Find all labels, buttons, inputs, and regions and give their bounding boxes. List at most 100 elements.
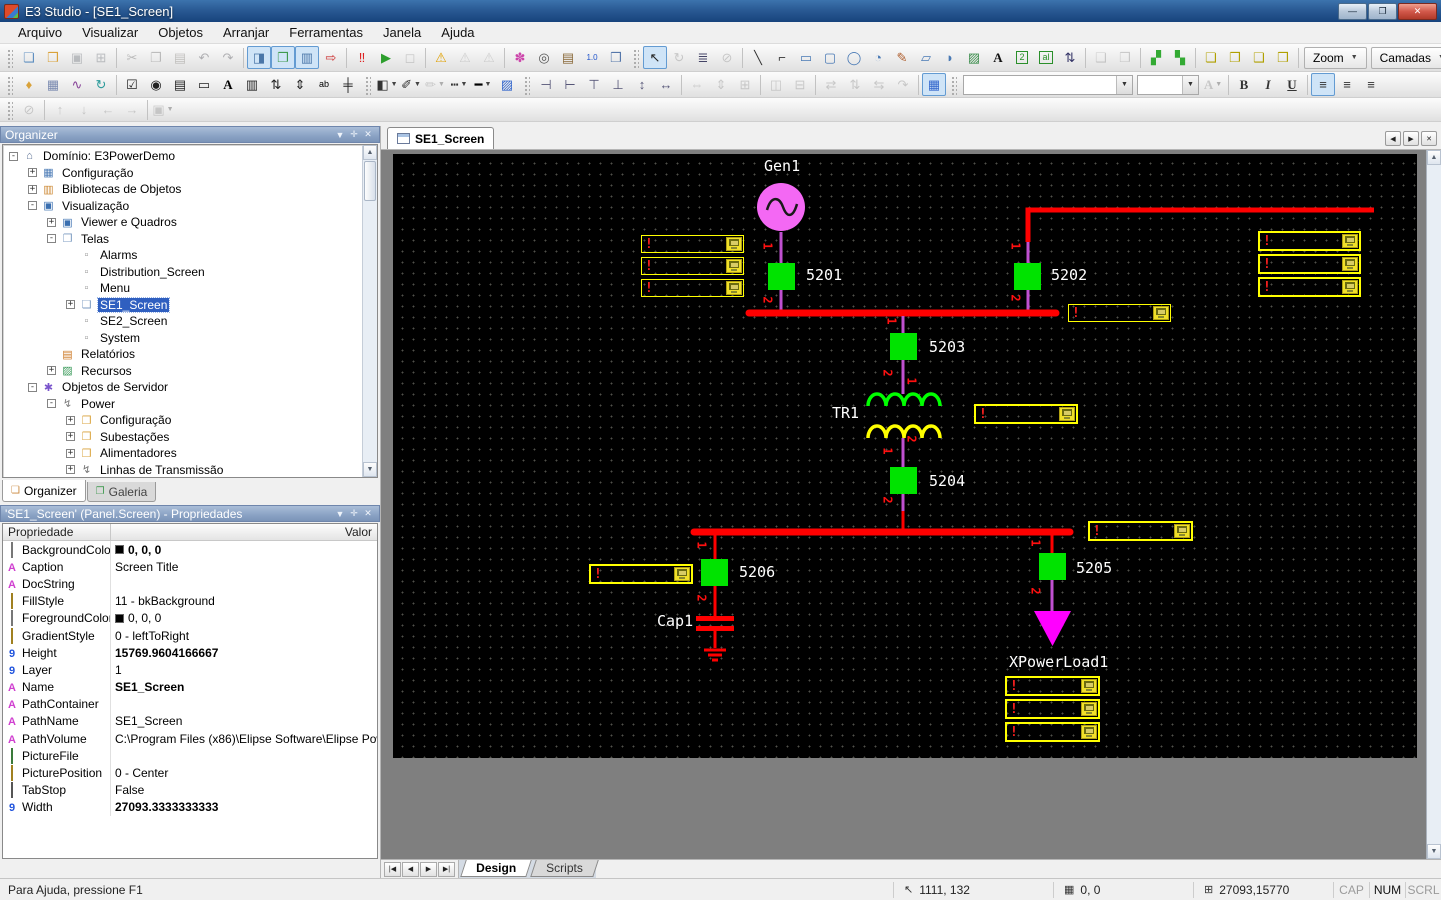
tree-item-power[interactable]: -↯Power — [5, 396, 361, 413]
picture-object-button[interactable]: ▨ — [962, 46, 986, 69]
horizontal-scrollbar[interactable] — [596, 860, 1441, 878]
collapse-icon[interactable]: - — [28, 201, 37, 210]
property-row-foregroundcolor[interactable]: ForegroundColor0, 0, 0 — [3, 610, 377, 627]
property-value-cell[interactable]: 0, 0, 0 — [111, 610, 377, 627]
property-value-cell[interactable]: Screen Title — [111, 558, 377, 575]
line-tool-button[interactable]: ╲ — [746, 46, 770, 69]
next-warning-button[interactable]: ⚠ — [477, 46, 501, 69]
tree-item-linhas-de-transmissao[interactable]: +↯Linhas de Transmissão — [5, 462, 361, 478]
export-screen-button[interactable]: ⇨ — [319, 46, 343, 69]
insert-radiobutton-button[interactable]: ◉ — [144, 73, 168, 96]
insert-query-button[interactable]: ↻ — [89, 73, 113, 96]
insert-listbox-button[interactable]: ▥ — [240, 73, 264, 96]
close-button[interactable]: ✕ — [1398, 3, 1437, 20]
prev-page-button[interactable]: ◀ — [402, 862, 419, 877]
tree-item-alimentadores[interactable]: +❒Alimentadores — [5, 445, 361, 462]
breaker-5206[interactable] — [701, 559, 728, 586]
expand-icon[interactable]: + — [28, 168, 37, 177]
center-vertical-window-button[interactable]: ⊟ — [788, 73, 812, 96]
tree-item-dominio-e3powerdemo[interactable]: -⌂Domínio: E3PowerDemo — [5, 148, 361, 165]
move-up-level-button[interactable]: ↑ — [48, 98, 72, 121]
text-align-left-button[interactable]: ≡ — [1311, 73, 1335, 96]
breaker-5202[interactable] — [1014, 263, 1041, 290]
send-to-back-button[interactable]: ❐ — [1223, 46, 1247, 69]
design-canvas[interactable]: Gen1520152025203TR152045206Cap15205XPowe… — [393, 154, 1417, 758]
tree-item-viewer-e-quadros[interactable]: +▣Viewer e Quadros — [5, 214, 361, 231]
menu-arquivo[interactable]: Arquivo — [8, 22, 72, 43]
flip-horizontal-button[interactable]: ⇆ — [867, 73, 891, 96]
property-value-cell[interactable] — [111, 575, 377, 592]
toolbar-grip[interactable] — [6, 75, 13, 95]
menu-ajuda[interactable]: Ajuda — [431, 22, 484, 43]
expand-icon[interactable]: + — [66, 449, 75, 458]
alarm-display-box[interactable]: ! — [589, 564, 693, 584]
alarm-display-box[interactable]: ! — [1088, 521, 1193, 541]
column-propriedade[interactable]: Propriedade — [3, 524, 111, 540]
move-left-level-button[interactable]: ← — [96, 98, 120, 121]
alarm-display-box[interactable]: ! — [1005, 722, 1100, 742]
insert-alarm-button[interactable]: ♦ — [17, 73, 41, 96]
organizer-pin-button[interactable]: ✛ — [347, 128, 361, 141]
property-row-gradientstyle[interactable]: GradientStyle0 - leftToRight — [3, 627, 377, 644]
expand-icon[interactable]: + — [28, 185, 37, 194]
screen-windows-button[interactable]: ❒ — [604, 46, 628, 69]
break-association-button[interactable]: ⊘ — [17, 98, 41, 121]
column-valor[interactable]: Valor — [111, 524, 377, 540]
menu-ferramentas[interactable]: Ferramentas — [279, 22, 373, 43]
text-align-right-button[interactable]: ≡ — [1359, 73, 1383, 96]
menu-visualizar[interactable]: Visualizar — [72, 22, 148, 43]
property-value-cell[interactable]: SE1_Screen — [111, 679, 377, 696]
bold-button-button[interactable]: B — [1232, 73, 1256, 96]
line-color-picker-button[interactable]: ✏▼ — [423, 73, 447, 96]
collapse-icon[interactable]: - — [47, 399, 56, 408]
tree-item-configuracao[interactable]: +❒Configuração — [5, 412, 361, 429]
align-left-edges-button[interactable]: ⊣ — [534, 73, 558, 96]
insert-button-button[interactable]: ▭ — [192, 73, 216, 96]
ungroup-objects-button[interactable]: ❒ — [1113, 46, 1137, 69]
tree-scrollbar[interactable]: ▲ ▼ — [362, 145, 377, 477]
properties-pin-button[interactable]: ✛ — [347, 507, 361, 520]
screen-next-button[interactable]: ▶ — [1403, 131, 1419, 146]
center-horizontally-button[interactable]: ↔ — [654, 73, 678, 96]
property-value-cell[interactable]: 11 - bkBackground — [111, 593, 377, 610]
rectangle-tool-button[interactable]: ▭ — [794, 46, 818, 69]
property-row-pathvolume[interactable]: APathVolumeC:\Program Files (x86)\Elipse… — [3, 730, 377, 747]
toolbar-grip[interactable] — [523, 75, 530, 95]
breaker-5204[interactable] — [890, 467, 917, 494]
properties-menu-button[interactable]: ▼ — [333, 507, 347, 520]
tree-item-visualizacao[interactable]: -▣Visualização — [5, 198, 361, 215]
insert-textbox-button[interactable]: ab — [312, 73, 336, 96]
alarm-display-box[interactable]: ! — [1068, 304, 1171, 322]
undo-button[interactable]: ↶ — [192, 46, 216, 69]
expand-icon[interactable]: + — [47, 366, 56, 375]
properties-close-button[interactable]: ✕ — [361, 507, 375, 520]
font-color-picker-button[interactable]: A▼ — [1201, 73, 1225, 96]
viewer-display-button[interactable]: ▣▼ — [151, 98, 175, 121]
ellipse-tool-button[interactable]: ◯ — [842, 46, 866, 69]
text-object-button[interactable]: A — [986, 46, 1010, 69]
transformer-tr1[interactable] — [868, 394, 940, 438]
last-page-button[interactable]: ▶| — [438, 862, 455, 877]
property-row-fillstyle[interactable]: FillStyle11 - bkBackground — [3, 593, 377, 610]
property-value-cell[interactable]: 0, 0, 0 — [111, 541, 377, 558]
property-value-cell[interactable] — [111, 696, 377, 713]
previous-warning-button[interactable]: ⚠ — [453, 46, 477, 69]
scroll-up-icon[interactable]: ▲ — [363, 145, 377, 160]
object-list-button[interactable]: ≣ — [691, 46, 715, 69]
expand-icon[interactable]: + — [47, 218, 56, 227]
breaker-5201[interactable] — [768, 263, 795, 290]
redo-button[interactable]: ↷ — [216, 46, 240, 69]
property-row-pictureposition[interactable]: PicturePosition0 - Center — [3, 764, 377, 781]
search-objects-button[interactable]: ◎ — [532, 46, 556, 69]
property-value-cell[interactable]: 27093.3333333333 — [111, 799, 377, 816]
align-top-edges-button[interactable]: ⊤ — [582, 73, 606, 96]
scrollbar-thumb[interactable] — [364, 161, 376, 201]
grid-toggle-button[interactable]: ▦ — [922, 73, 946, 96]
screen-prev-button[interactable]: ◀ — [1385, 131, 1401, 146]
polyline-tool-button[interactable]: ⌐ — [770, 46, 794, 69]
insert-scrollbar-button[interactable]: ⇕ — [288, 73, 312, 96]
property-value-cell[interactable]: C:\Program Files (x86)\Elipse Software\E… — [111, 730, 377, 747]
minimize-button[interactable]: — — [1338, 3, 1367, 20]
alarm-display-box[interactable]: ! — [641, 257, 744, 275]
property-value-cell[interactable]: 1 — [111, 661, 377, 678]
